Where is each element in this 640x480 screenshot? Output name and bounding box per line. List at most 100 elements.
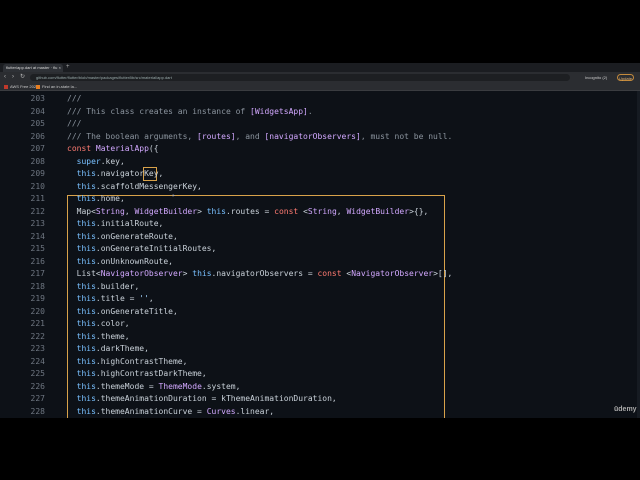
code-text: this.builder, [67,281,140,293]
line-number[interactable]: 214 [18,231,45,243]
browser-window: flutter/app.dart at master · flu × + ‹ ›… [0,63,640,418]
code-token: >[], [433,269,453,278]
code-token: this [67,244,96,253]
line-number[interactable]: 208 [18,156,45,168]
reload-icon[interactable]: ↻ [20,72,25,83]
line-number[interactable]: 221 [18,318,45,330]
code-line: 213 this.initialRoute, [0,218,640,230]
code-line: 205 /// [0,118,640,130]
code-line: 226 this.themeMode = ThemeMode.system, [0,381,640,393]
code-token: .onGenerateRoute, [95,231,178,241]
udemy-watermark: ūdemy [614,406,637,413]
line-number[interactable]: 228 [18,406,45,418]
line-number[interactable]: 223 [18,343,45,355]
code-token: .title = [95,294,140,303]
code-token: .system, [201,381,241,391]
line-number[interactable]: 213 [18,218,45,230]
code-line: 223 this.darkTheme, [0,343,640,355]
code-token: .theme, [95,331,130,341]
code-token: .initialRoute, [95,219,164,228]
line-number[interactable]: 210 [18,181,45,193]
code-token: > [197,206,207,216]
code-token: Map< [67,206,96,216]
code-token: this [67,331,96,341]
code-token: .home, [95,194,125,203]
code-token: .onUnknownRoute, [95,256,173,266]
code-token: , [331,394,337,403]
code-line: 214 this.onGenerateRoute, [0,231,640,243]
code-token: .onGenerateInitialRoutes, [95,244,217,253]
code-token: ({ [148,144,159,153]
line-number[interactable]: 226 [18,381,45,393]
code-token: /// The boolean arguments, [67,131,198,141]
code-line: 209 this.navigatorKey, [0,168,640,180]
code-token: this [206,206,226,216]
code-token: this [67,319,96,328]
code-token: .scaffoldMessengerKey, [95,181,202,191]
code-text: this.initialRoute, [67,218,164,230]
code-text: this.title = '', [67,293,154,305]
line-number[interactable]: 209 [18,168,45,180]
line-number[interactable]: 211 [18,193,45,205]
line-number[interactable]: 212 [18,206,45,218]
code-token: .linear, [235,406,275,416]
code-token: .routes = [225,206,275,216]
code-token: .themeAnimationDuration = [95,394,222,403]
profile-label[interactable]: Incognito (2) [585,72,607,83]
url-field[interactable]: github.com/flutter/flutter/blob/master/p… [30,74,570,81]
code-line: 208 super.key, [0,156,640,168]
line-number[interactable]: 205 [18,118,45,130]
new-tab-button[interactable]: + [66,63,70,72]
code-line: 211 this.home, [0,193,640,205]
forward-icon[interactable]: › [12,72,14,83]
code-token: this [67,231,96,241]
code-token: this [67,181,96,191]
line-number[interactable]: 224 [18,356,45,368]
back-icon[interactable]: ‹ [4,72,6,83]
code-token: NavigatorObserver [100,269,183,278]
code-line: 216 this.onUnknownRoute, [0,256,640,268]
line-number[interactable]: 218 [18,281,45,293]
code-text: Map<String, WidgetBuilder> this.routes =… [67,206,429,218]
line-number[interactable]: 215 [18,243,45,255]
code-line: 206 /// The boolean arguments, [routes], … [0,131,640,143]
line-number[interactable]: 204 [18,106,45,118]
line-number[interactable]: 219 [18,293,45,305]
line-number[interactable]: 227 [18,393,45,405]
code-token: , and [235,131,265,141]
code-text: super.key, [67,156,125,168]
code-token: .onGenerateTitle, [95,306,178,316]
line-number[interactable]: 207 [18,143,45,155]
update-button[interactable]: Update [617,74,634,81]
line-number[interactable]: 216 [18,256,45,268]
code-token: /// [67,119,82,128]
code-token: NavigatorObserver [351,269,434,278]
line-number[interactable]: 217 [18,268,45,280]
browser-tab[interactable]: flutter/app.dart at master · flu × [3,64,63,72]
code-line: 228 this.themeAnimationCurve = Curves.li… [0,406,640,418]
code-token: .themeMode = [95,381,159,391]
code-token: this [67,294,96,303]
code-text: this.highContrastDarkTheme, [67,368,207,380]
line-number[interactable]: 225 [18,368,45,380]
code-text: this.onGenerateInitialRoutes, [67,243,217,255]
code-text: this.themeMode = ThemeMode.system, [67,381,241,393]
code-text: /// The boolean arguments, [routes], and… [67,131,452,143]
code-line: 212 Map<String, WidgetBuilder> this.rout… [0,206,640,218]
code-token: /// This class creates an instance of [67,106,251,116]
code-text: /// [67,93,81,105]
line-number[interactable]: 206 [18,131,45,143]
line-number[interactable]: 220 [18,306,45,318]
code-token: this [67,344,96,353]
code-text: this.themeAnimationDuration = kThemeAnim… [67,393,337,405]
code-view[interactable]: ▸ 203///204/// This class creates an ins… [0,91,640,418]
line-number[interactable]: 222 [18,331,45,343]
line-number[interactable]: 203 [18,93,45,105]
code-text: this.themeAnimationCurve = Curves.linear… [67,406,275,418]
bookmark-item[interactable]: AWS Free 2023 [4,83,38,90]
tab-close-icon[interactable]: × [59,64,61,72]
code-text: this.highContrastTheme, [67,356,188,368]
code-token: this [67,256,96,266]
code-token: , [148,294,154,303]
bookmark-item[interactable]: Find an in-state la... [36,83,77,90]
